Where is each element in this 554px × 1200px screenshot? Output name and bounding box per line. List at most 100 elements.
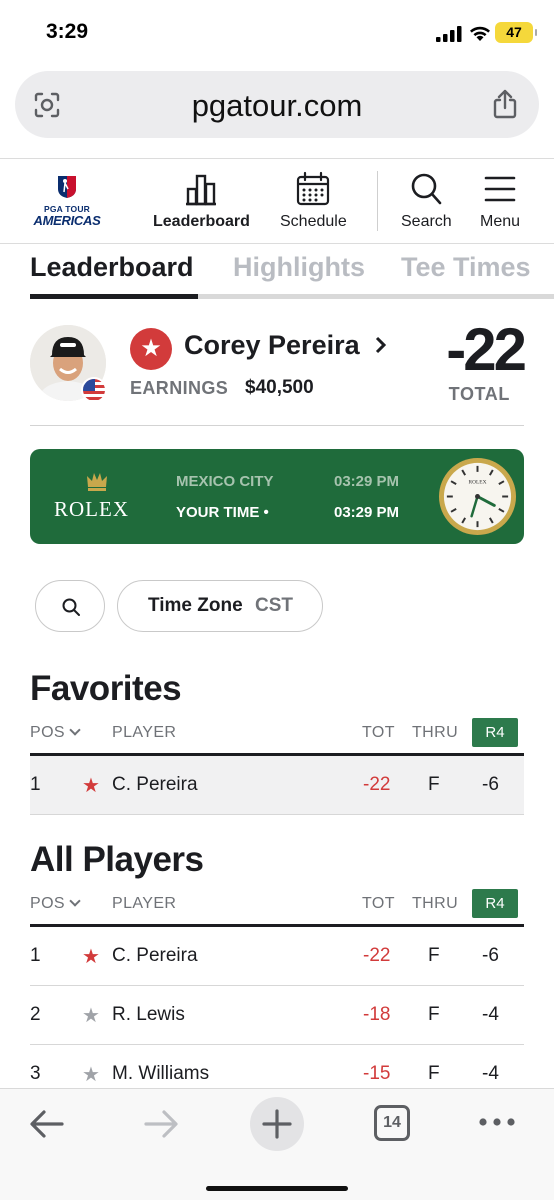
- total-score: -22: [446, 316, 527, 383]
- share-icon[interactable]: [491, 89, 519, 119]
- time-zone-label: Time Zone: [148, 595, 243, 616]
- nav-divider: [377, 171, 378, 231]
- player-name-link[interactable]: Corey Pereira: [184, 330, 389, 361]
- nav-label-search: Search: [401, 213, 452, 230]
- row-player[interactable]: R. Lewis: [112, 1004, 185, 1026]
- row-round-score: -4: [482, 1004, 499, 1025]
- player-summary: ★ Corey Pereira EARNINGS $40,500 -22 TOT…: [30, 316, 527, 426]
- row-thru: F: [428, 945, 440, 966]
- row-position: 1: [30, 774, 41, 795]
- all-players-table-header: POS PLAYER TOT THRU R4: [30, 887, 524, 927]
- row-round-score: -6: [482, 774, 499, 795]
- favorite-star-icon[interactable]: ★: [82, 773, 100, 798]
- status-bar: 3:29 47: [0, 0, 554, 66]
- nav-item-menu[interactable]: Menu: [480, 171, 520, 231]
- all-players-title: All Players: [30, 840, 204, 879]
- pos-column-header[interactable]: POS: [30, 895, 81, 913]
- earnings-value: $40,500: [245, 377, 314, 398]
- row-player[interactable]: C. Pereira: [112, 774, 198, 796]
- search-icon: [412, 173, 442, 205]
- row-player[interactable]: M. Williams: [112, 1063, 209, 1085]
- thru-column-header: THRU: [412, 895, 459, 912]
- favorite-star-icon[interactable]: ★: [130, 328, 172, 370]
- nav-item-leaderboard[interactable]: Leaderboard: [153, 171, 250, 231]
- chevron-down-icon: [69, 895, 81, 907]
- browser-toolbar: 14: [0, 1088, 554, 1200]
- city-time-value: 03:29 PM: [334, 473, 400, 490]
- row-player[interactable]: C. Pereira: [112, 945, 198, 967]
- pga-tour-americas-logo[interactable]: PGA TOUR AMERICAS: [28, 175, 106, 231]
- nav-label-leaderboard: Leaderboard: [153, 213, 250, 230]
- favorites-table-header: POS PLAYER TOT THRU R4: [30, 716, 524, 756]
- rolex-watch-clock-icon: ROLEX: [438, 457, 517, 536]
- row-round-score: -6: [482, 945, 499, 966]
- new-tab-button[interactable]: [250, 1097, 304, 1151]
- row-thru: F: [428, 1004, 440, 1025]
- player-column-header: PLAYER: [112, 724, 177, 741]
- thru-column-header: THRU: [412, 724, 459, 741]
- status-time: 3:29: [46, 20, 89, 43]
- clock-brand-text: ROLEX: [468, 480, 486, 486]
- row-total: -15: [363, 1063, 391, 1084]
- tab-active-indicator: [30, 294, 198, 299]
- row-thru: F: [428, 774, 440, 795]
- earnings-label: EARNINGS: [130, 378, 229, 398]
- tab-highlights[interactable]: Highlights: [233, 252, 365, 283]
- tab-switcher-button[interactable]: 14: [374, 1105, 410, 1141]
- chevron-right-icon: [376, 336, 387, 354]
- chevron-down-icon: [69, 724, 81, 736]
- rolex-crown-icon: [87, 473, 107, 491]
- nav-label-schedule: Schedule: [280, 213, 347, 230]
- favorites-title: Favorites: [30, 669, 182, 708]
- battery-indicator: 47: [495, 22, 537, 43]
- bar-chart-icon: [186, 174, 217, 206]
- logo-line-2: AMERICAS: [33, 213, 101, 228]
- time-zone-value: CST: [255, 595, 293, 616]
- pga-shield-icon: [58, 176, 76, 198]
- city-time-label: MEXICO CITY: [176, 473, 274, 490]
- row-position: 3: [30, 1063, 41, 1084]
- favorite-star-icon[interactable]: ★: [82, 944, 100, 969]
- tot-column-header: TOT: [362, 895, 395, 912]
- back-arrow-icon[interactable]: [28, 1107, 66, 1141]
- row-total: -22: [363, 774, 391, 795]
- round-column-header[interactable]: R4: [472, 889, 518, 918]
- total-label: TOTAL: [448, 384, 510, 404]
- more-options-icon[interactable]: [478, 1117, 516, 1127]
- nav-item-schedule[interactable]: Schedule: [280, 171, 347, 231]
- rolex-clock-banner[interactable]: ROLEX MEXICO CITY 03:29 PM YOUR TIME • 0…: [30, 449, 524, 544]
- url-text[interactable]: pgatour.com: [15, 88, 539, 124]
- forward-arrow-icon[interactable]: [142, 1107, 180, 1141]
- favorite-star-icon[interactable]: ★: [82, 1062, 100, 1087]
- address-bar[interactable]: pgatour.com: [15, 71, 539, 138]
- pos-header-label: POS: [30, 724, 65, 741]
- nav-item-search[interactable]: Search: [401, 171, 452, 231]
- your-time-value: 03:29 PM: [334, 504, 400, 521]
- round-column-header[interactable]: R4: [472, 718, 518, 747]
- site-navigation: PGA TOUR AMERICAS Leaderboard Schedule S…: [0, 158, 554, 244]
- table-row[interactable]: 1 ★ C. Pereira -22 F -6: [30, 927, 524, 986]
- home-indicator[interactable]: [206, 1186, 348, 1191]
- plus-icon: [262, 1109, 292, 1139]
- leaderboard-tabs: Leaderboard Highlights Tee Times: [0, 246, 554, 302]
- hamburger-menu-icon: [484, 176, 516, 202]
- player-name: Corey Pereira: [184, 330, 360, 360]
- row-position: 1: [30, 945, 41, 966]
- row-position: 2: [30, 1004, 41, 1025]
- rolex-brand: ROLEX: [54, 497, 129, 521]
- table-row[interactable]: 2 ★ R. Lewis -18 F -4: [30, 986, 524, 1045]
- row-thru: F: [428, 1063, 440, 1084]
- cellular-signal-icon: [436, 26, 462, 42]
- usa-flag-icon: [81, 377, 107, 403]
- favorite-star-icon[interactable]: ★: [82, 1003, 100, 1028]
- your-time-label: YOUR TIME •: [176, 504, 269, 521]
- tot-column-header: TOT: [362, 724, 395, 741]
- tab-tee-times[interactable]: Tee Times: [401, 252, 531, 283]
- pos-header-label: POS: [30, 895, 65, 912]
- pos-column-header[interactable]: POS: [30, 724, 81, 742]
- player-search-button[interactable]: [35, 580, 105, 632]
- time-zone-button[interactable]: Time Zone CST: [117, 580, 323, 632]
- table-row[interactable]: 1 ★ C. Pereira -22 F -6: [30, 756, 524, 815]
- row-total: -22: [363, 945, 391, 966]
- tab-leaderboard[interactable]: Leaderboard: [30, 252, 194, 283]
